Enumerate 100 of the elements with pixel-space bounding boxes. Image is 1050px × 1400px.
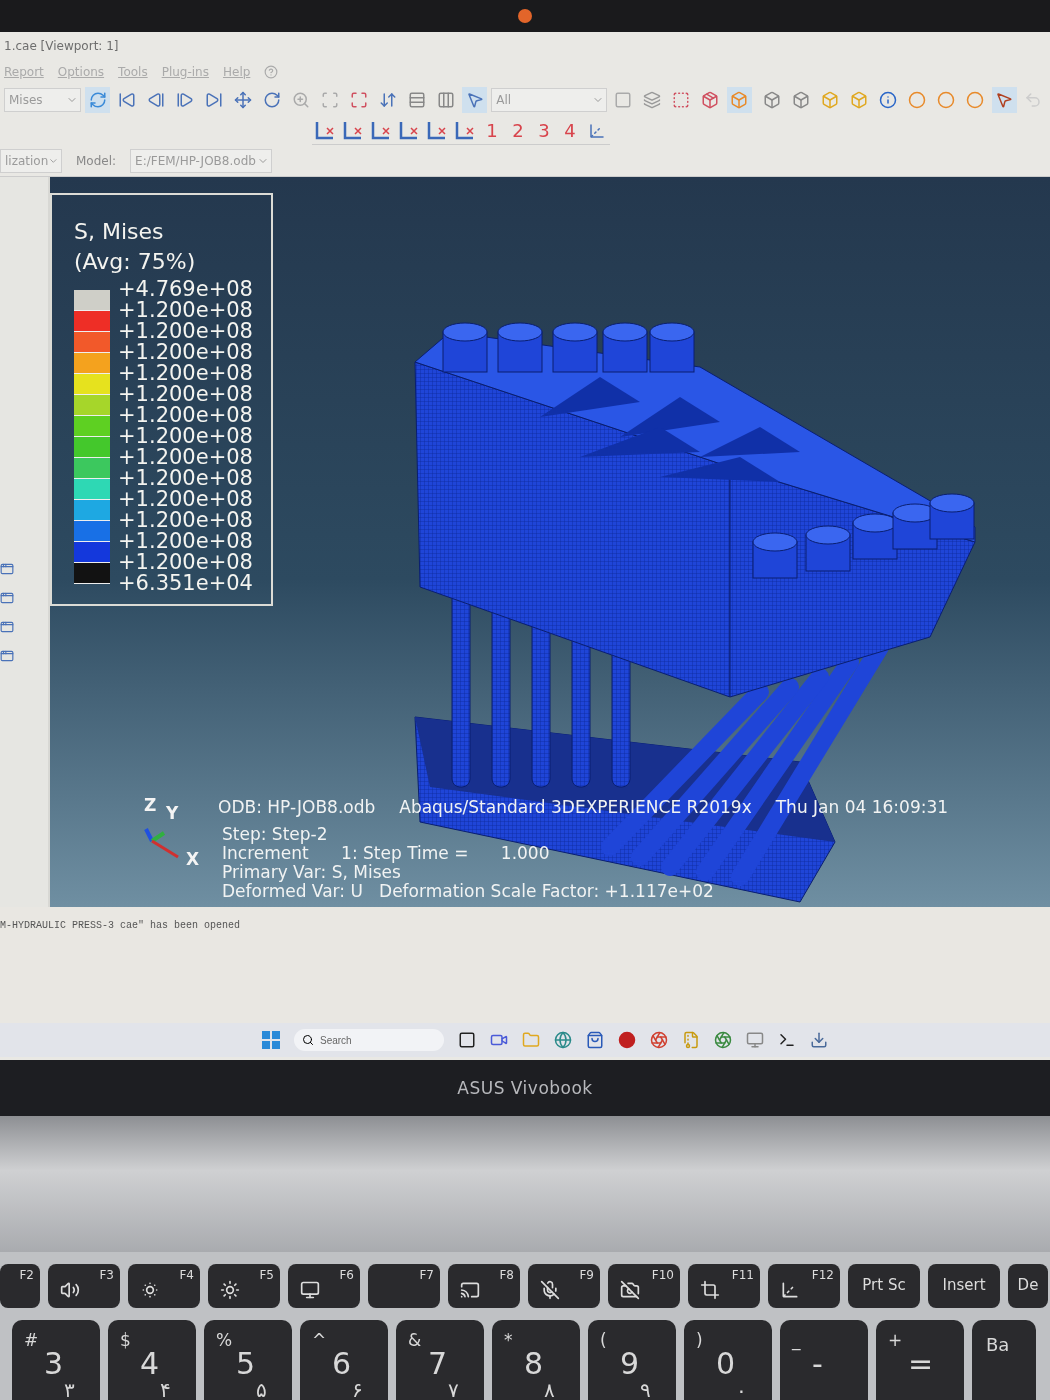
keyboard-key[interactable]: F2 (0, 1264, 40, 1308)
axis-view-icon (425, 119, 449, 142)
axis-label: X (186, 849, 200, 869)
key-main-symbol: 4 (140, 1346, 160, 1381)
keyboard-key[interactable]: Ba (972, 1320, 1036, 1400)
axis-view-icon (453, 119, 477, 142)
swap-icon (378, 91, 397, 109)
keyboard-key[interactable]: Insert (928, 1264, 1000, 1308)
view-number-button[interactable]: 1 (480, 117, 504, 144)
legend-title: S, Mises (74, 218, 165, 246)
select-icon (465, 91, 484, 109)
key-shift-symbol: % (216, 1330, 233, 1350)
key-shift-symbol: $ (120, 1330, 131, 1350)
legend-value: +1.200e+08 (118, 468, 253, 489)
keyboard-key[interactable]: F12 (768, 1264, 840, 1308)
key-main-symbol: 6 (332, 1346, 352, 1381)
layers-icon (643, 91, 662, 109)
wireframe-box-icon (763, 91, 782, 109)
refresh-icon (88, 91, 107, 109)
axis-view-icon (341, 119, 365, 142)
key-main-symbol: Ba (986, 1334, 1010, 1355)
keyboard-key[interactable]: F10 (608, 1264, 680, 1308)
camera-dot (518, 9, 532, 23)
pick-button[interactable] (991, 87, 1017, 113)
brightness-up-icon (220, 1280, 240, 1300)
keyboard-key[interactable]: + = (876, 1320, 964, 1400)
legend-subtitle: (Avg: 75%) (74, 248, 197, 276)
odb-name: ODB: HP-JOB8.odb (218, 797, 376, 817)
key-persian-digit: ۶ (352, 1378, 363, 1400)
start-icon[interactable] (262, 1031, 280, 1049)
pan-icon (233, 91, 252, 109)
key-shift-symbol: ) (696, 1330, 703, 1350)
view-number-button[interactable]: 3 (532, 117, 556, 144)
key-main-symbol: 3 (44, 1346, 64, 1381)
rotate-icon (262, 91, 281, 109)
keyboard-key[interactable]: De (1008, 1264, 1048, 1308)
legend-value: +1.200e+08 (118, 447, 253, 468)
view-number-button[interactable]: 4 (558, 117, 582, 144)
legend-value: +1.200e+08 (118, 405, 253, 426)
help-icon (264, 65, 279, 79)
keyboard-key[interactable]: F3 (48, 1264, 120, 1308)
circle-pair-icon (937, 91, 956, 109)
keyboard-key[interactable]: F11 (688, 1264, 760, 1308)
previous-frame-icon (146, 91, 165, 109)
cube-button[interactable] (726, 87, 752, 113)
key-persian-digit: ۰ (736, 1378, 747, 1400)
keyboard-key[interactable]: F6 (288, 1264, 360, 1308)
keyboard-key[interactable]: F5 (208, 1264, 280, 1308)
triad-icon (588, 121, 606, 140)
legend-value: +1.200e+08 (118, 510, 253, 531)
legend-value: +1.200e+08 (118, 363, 253, 384)
app-icon (618, 1031, 636, 1049)
key-persian-digit: ۸ (544, 1378, 555, 1400)
display-icon (300, 1280, 320, 1300)
axis-view-icon (313, 119, 337, 142)
key-main-symbol: - (812, 1346, 823, 1381)
key-main-symbol: 0 (716, 1346, 736, 1381)
solid-box-icon (850, 91, 869, 109)
date-text: Thu Jan 04 16:09:31 (775, 797, 949, 817)
info-line: Increment 1: Step Time = 1.000 (222, 844, 551, 863)
panel-icon (0, 591, 14, 605)
key-main-symbol: 8 (524, 1346, 544, 1381)
speaker-icon (60, 1280, 80, 1300)
microphone-off-icon (540, 1280, 560, 1300)
key-main-symbol: 5 (236, 1346, 256, 1381)
square-icon (614, 91, 633, 109)
pick-icon (995, 91, 1014, 109)
select-button[interactable] (462, 87, 488, 113)
search-field[interactable]: Search (294, 1029, 444, 1051)
model-label: Model: (76, 154, 117, 168)
dot-icon (966, 91, 985, 109)
window-title: 1.cae [Viewport: 1] (4, 39, 119, 53)
box-select-icon (672, 91, 691, 109)
key-persian-digit: ۹ (640, 1378, 651, 1400)
package-icon (701, 91, 720, 109)
axis-view-icon (397, 119, 421, 142)
last-frame-icon (204, 91, 223, 109)
axis-label: Z (144, 795, 157, 815)
legend-value: +4.769e+08 (118, 279, 253, 300)
key-main-symbol: = (908, 1346, 934, 1381)
legend-value: +1.200e+08 (118, 489, 253, 510)
view-number-button[interactable]: 2 (506, 117, 530, 144)
keyboard-key[interactable]: _ - (780, 1320, 868, 1400)
undo-icon (1024, 91, 1043, 109)
keyboard-key[interactable]: Prt Sc (848, 1264, 920, 1308)
browser-icon (650, 1031, 668, 1049)
legend-value: +6.351e+04 (118, 573, 253, 594)
refresh-button[interactable] (85, 87, 111, 113)
outline-box-icon (792, 91, 811, 109)
legend-value: +1.200e+08 (118, 321, 253, 342)
legend-value: +1.200e+08 (118, 552, 253, 573)
keyboard-key[interactable]: F8 (448, 1264, 520, 1308)
keyboard-key[interactable]: F4 (128, 1264, 200, 1308)
box-zoom-icon (320, 91, 339, 109)
info-line: Primary Var: S, Mises (222, 863, 402, 882)
keyboard-key[interactable]: F7 (368, 1264, 440, 1308)
keyboard-key[interactable]: F9 (528, 1264, 600, 1308)
key-shift-symbol: # (24, 1330, 39, 1350)
key-persian-digit: ۷ (448, 1378, 459, 1400)
info-icon (879, 91, 898, 109)
